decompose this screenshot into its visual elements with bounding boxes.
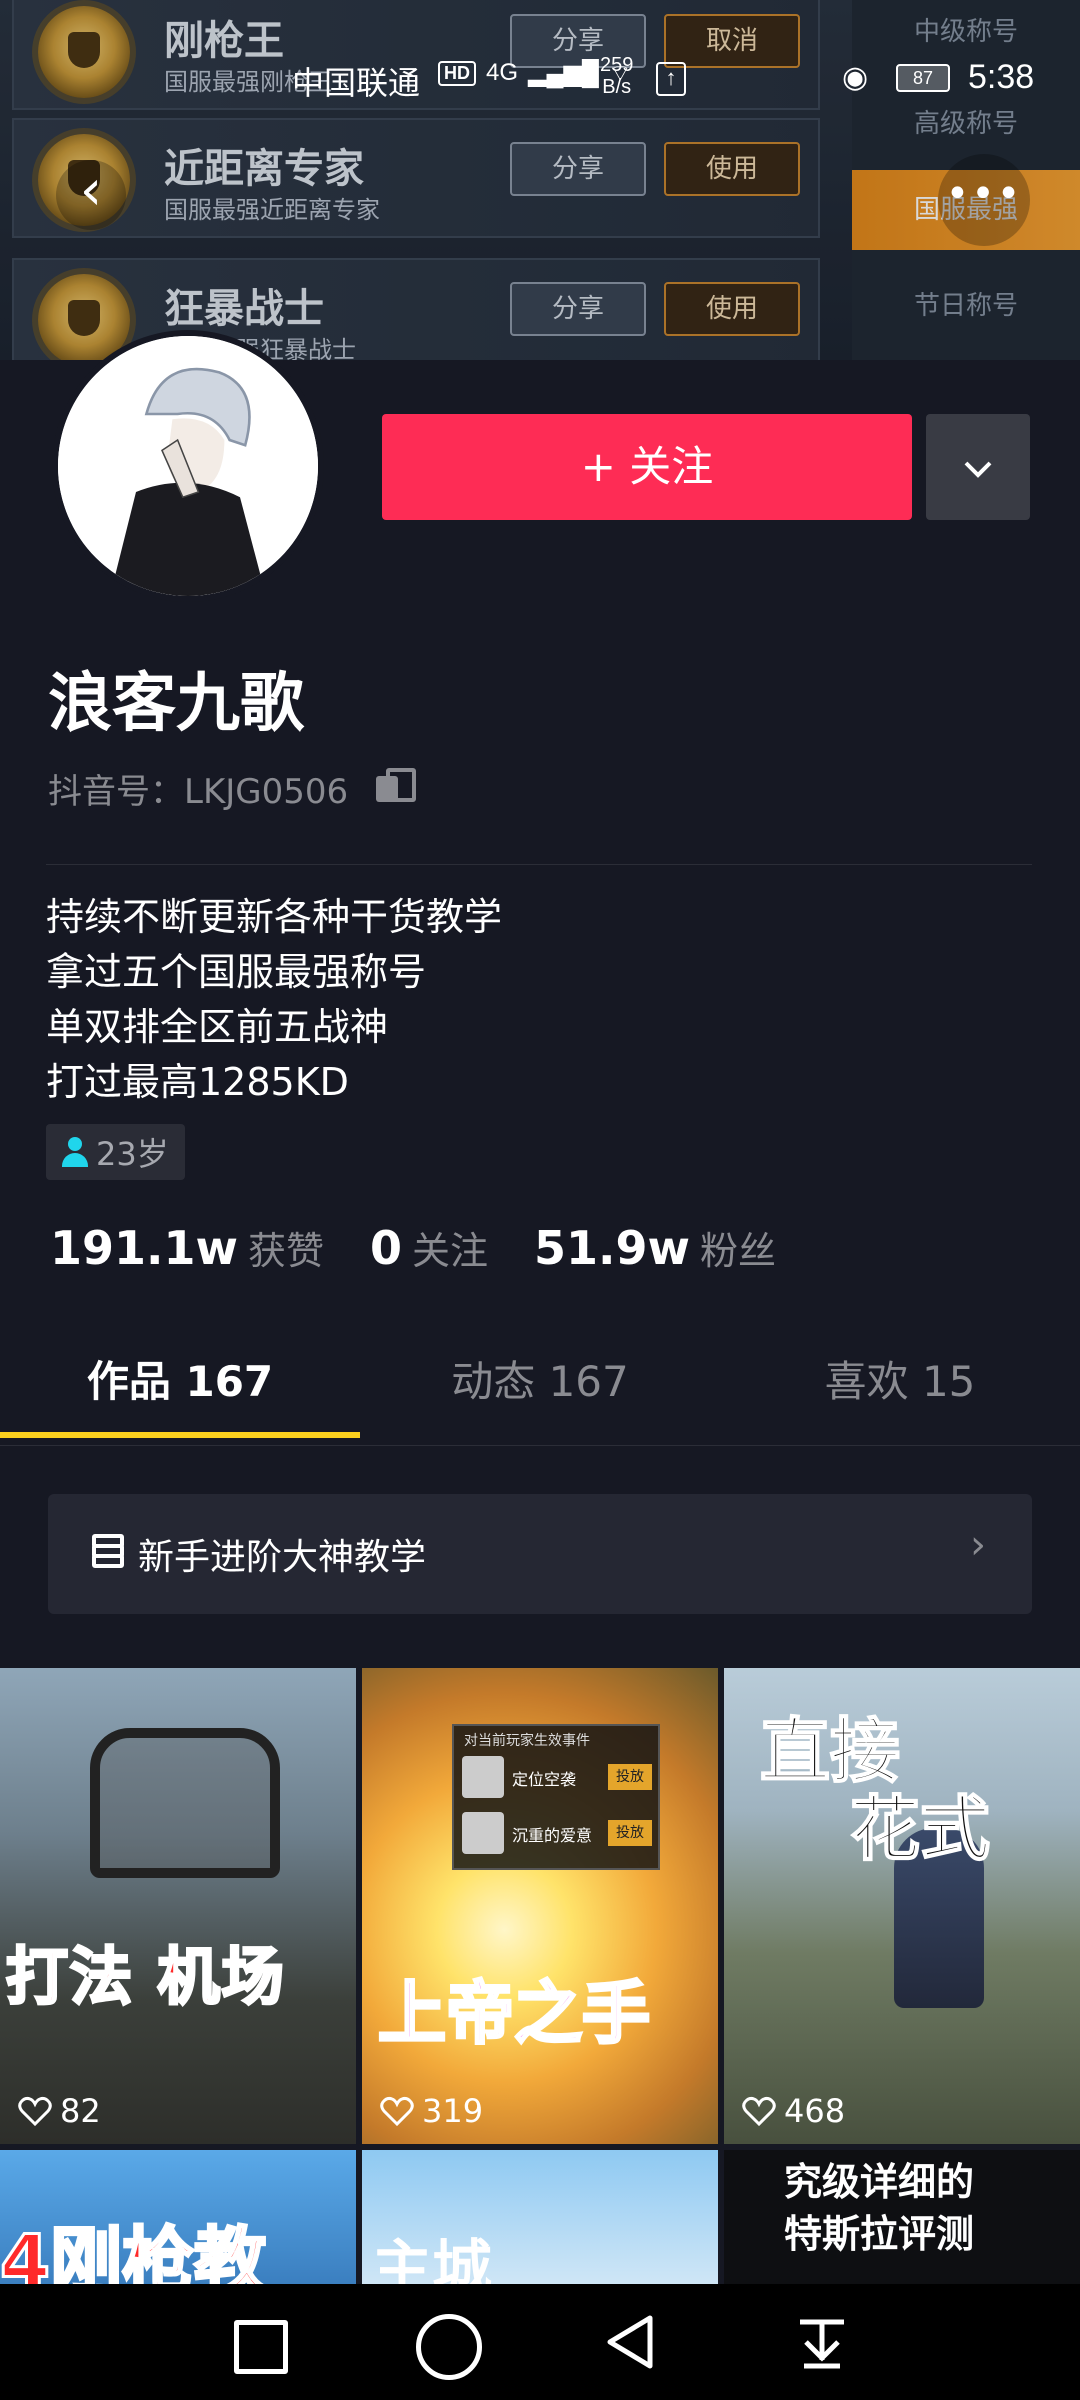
cover-title-line: 特斯拉评测 xyxy=(784,2212,975,2256)
speed-value: 259 xyxy=(600,54,634,76)
event-icon xyxy=(462,1756,504,1798)
battery-icon: 87 xyxy=(896,64,950,92)
status-bar: 中国联通 HD 4G ▂▄▆█ ⌔ 259 B/s ↑ ◉ 87 5:38 xyxy=(0,50,1080,110)
video-grid: 打法 机场 82 对当前玩家生效事件 定位空袭 投放 沉重的爱意 投放 上帝之手… xyxy=(0,1668,1080,2284)
bio: 持续不断更新各种干货教学 拿过五个国服最强称号 单双排全区前五战神 打过最高12… xyxy=(46,890,502,1110)
like-count: 468 xyxy=(742,2092,845,2130)
network-speed: 259 B/s xyxy=(600,54,633,98)
divider xyxy=(46,864,1032,865)
video-thumbnail[interactable]: 究级详细的 特斯拉评测 xyxy=(724,2150,1080,2284)
collection-label: 新手进阶大神教学 xyxy=(138,1537,427,1578)
tab-indicator xyxy=(0,1432,360,1438)
tab-works[interactable]: 作品 167 xyxy=(0,1326,360,1444)
more-button[interactable]: ••• xyxy=(938,154,1030,246)
heart-icon xyxy=(380,2096,414,2127)
cover-title: 上帝之手 xyxy=(376,1974,651,2056)
cover-title: 打法 机场 xyxy=(5,1939,286,2015)
avatar-image xyxy=(58,336,318,596)
stat-following[interactable]: 0 关注 xyxy=(370,1220,488,1275)
event-icon xyxy=(462,1812,504,1854)
chevron-down-icon xyxy=(964,461,992,478)
back-button[interactable]: ‹ xyxy=(56,160,126,230)
cover-title: 4刚枪教 xyxy=(0,2218,268,2285)
cover-title: 主城 xyxy=(372,2234,492,2284)
bio-line: 单双排全区前五战神 xyxy=(46,1005,389,1049)
like-value: 468 xyxy=(784,2092,846,2130)
age-tag: 23岁 xyxy=(46,1124,185,1180)
pull-down-icon xyxy=(800,2319,844,2369)
dialog-button: 投放 xyxy=(608,1764,652,1790)
content-tabs: 作品 167 动态 167 喜欢 15 xyxy=(0,1326,1080,1446)
dialog-row: 沉重的爱意 投放 xyxy=(462,1810,654,1858)
avatar[interactable] xyxy=(52,330,324,602)
dialog-title: 对当前玩家生效事件 xyxy=(464,1733,590,1749)
stat-value: 191.1w xyxy=(50,1221,238,1275)
stat-followers[interactable]: 51.9w 粉丝 xyxy=(534,1220,776,1275)
douyin-id: 抖音号：LKJG0506 xyxy=(48,772,349,812)
hd-icon: HD xyxy=(438,60,476,86)
cover-title-line: 直接 xyxy=(759,1710,901,1792)
age-label: 23岁 xyxy=(96,1135,169,1173)
chevron-left-icon: ‹ xyxy=(79,158,103,223)
clock: 5:38 xyxy=(968,58,1035,96)
person-icon xyxy=(60,1137,90,1167)
profile-info: + 关注 浪客九歌 抖音号：LKJG0506 持续不断更新各种干货教学 拿过五个… xyxy=(0,330,1080,1670)
profile-stats: 191.1w 获赞 0 关注 51.9w 粉丝 xyxy=(50,1220,822,1275)
home-button[interactable] xyxy=(412,2310,482,2380)
dialog-button: 投放 xyxy=(608,1820,652,1846)
upload-icon: ↑ xyxy=(656,62,686,96)
stat-value: 0 xyxy=(370,1221,403,1275)
tab-moments[interactable]: 动态 167 xyxy=(360,1326,720,1444)
video-thumbnail[interactable]: 直接 花式 468 xyxy=(724,1668,1080,2144)
system-nav-bar xyxy=(0,2284,1080,2400)
speed-unit: B/s xyxy=(602,76,632,98)
event-dialog-graphic: 对当前玩家生效事件 定位空袭 投放 沉重的爱意 投放 xyxy=(452,1724,660,1870)
bio-line: 持续不断更新各种干货教学 xyxy=(46,895,503,939)
back-nav-button[interactable] xyxy=(600,2310,664,2374)
like-value: 319 xyxy=(422,2092,484,2130)
chevron-right-icon: › xyxy=(970,1522,986,1568)
triangle-back-icon xyxy=(607,2315,653,2369)
cover-title-line: 花式 xyxy=(849,1788,991,1870)
signal-icon: ▂▄▆█ xyxy=(528,59,599,87)
stat-label: 关注 xyxy=(412,1229,489,1273)
network-type: 4G xyxy=(486,59,519,86)
like-value: 82 xyxy=(60,2092,101,2130)
stat-label: 获赞 xyxy=(248,1229,325,1273)
profile-screen: 刚枪王 国服最强刚枪王 分享 取消 近距离专家 国服最强近距离专家 分享 使用 … xyxy=(0,0,1080,2400)
nickname: 浪客九歌 xyxy=(48,667,304,741)
copy-icon[interactable] xyxy=(376,768,416,802)
carrier-label: 中国联通 xyxy=(292,65,421,101)
stat-value: 51.9w xyxy=(534,1221,691,1275)
dialog-row: 定位空袭 投放 xyxy=(462,1754,654,1802)
cover-title: 究级详细的 特斯拉评测 xyxy=(784,2156,974,2260)
eye-icon: ◉ xyxy=(842,61,869,94)
video-thumbnail[interactable]: 打法 机场 82 xyxy=(0,1668,356,2144)
dialog-item: 定位空袭 xyxy=(512,1770,577,1789)
bio-line: 打过最高1285KD xyxy=(46,1060,349,1104)
cover-title-line: 究级详细的 xyxy=(784,2160,975,2204)
like-count: 82 xyxy=(18,2092,101,2130)
layers-icon xyxy=(90,1534,126,1570)
dialog-item: 沉重的爱意 xyxy=(512,1826,593,1845)
more-dots-icon: ••• xyxy=(945,171,1023,217)
heart-icon xyxy=(742,2096,776,2127)
video-thumbnail[interactable]: 4刚枪教 xyxy=(0,2150,356,2284)
notification-pull-button[interactable] xyxy=(790,2310,854,2374)
heart-icon xyxy=(18,2096,52,2127)
bio-line: 拿过五个国服最强称号 xyxy=(46,950,427,994)
cover-title: 直接 花式 xyxy=(759,1710,991,1870)
video-thumbnail[interactable]: 主城 xyxy=(362,2150,718,2284)
video-thumbnail[interactable]: 对当前玩家生效事件 定位空袭 投放 沉重的爱意 投放 上帝之手 319 xyxy=(362,1668,718,2144)
scope-graphic xyxy=(90,1728,280,1878)
like-count: 319 xyxy=(380,2092,483,2130)
recents-button[interactable] xyxy=(224,2310,288,2374)
follow-button[interactable]: + 关注 xyxy=(382,414,912,520)
tab-likes[interactable]: 喜欢 15 xyxy=(720,1326,1080,1444)
stat-likes[interactable]: 191.1w 获赞 xyxy=(50,1220,324,1275)
stat-label: 粉丝 xyxy=(700,1229,777,1273)
collection-entry[interactable]: 新手进阶大神教学 › xyxy=(48,1494,1032,1614)
recommend-dropdown-button[interactable] xyxy=(926,414,1030,520)
